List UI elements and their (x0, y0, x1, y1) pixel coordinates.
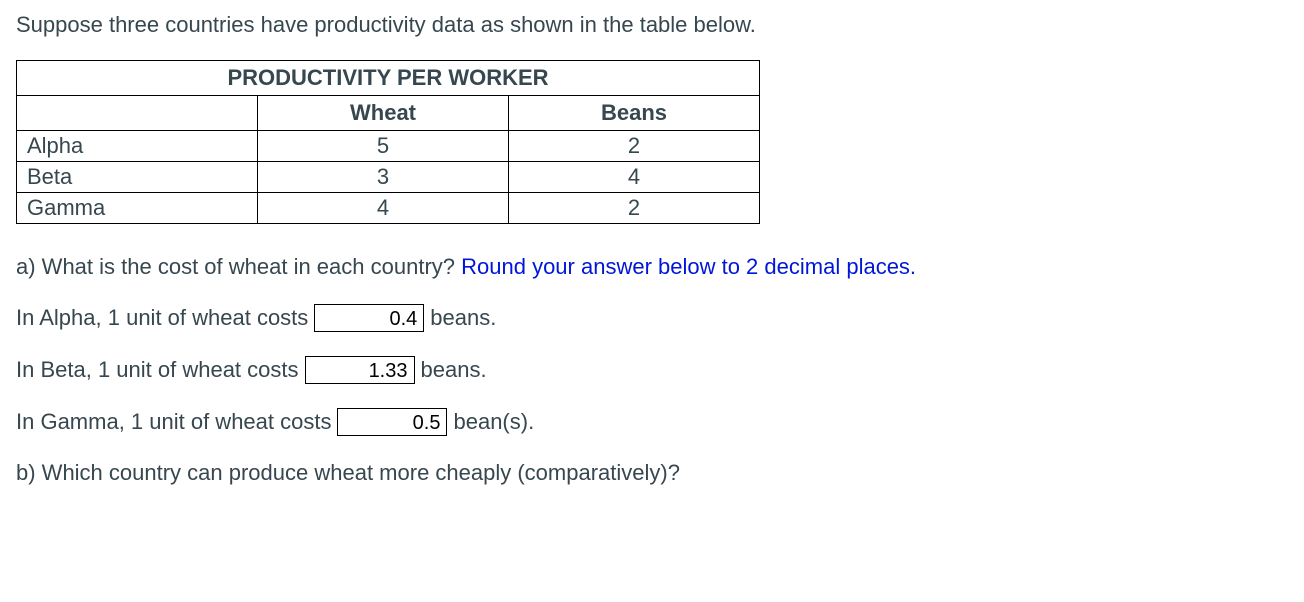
answer-beta-pre: In Beta, 1 unit of wheat costs (16, 357, 299, 383)
intro-text: Suppose three countries have productivit… (16, 12, 1288, 38)
cell-beans: 4 (509, 162, 760, 193)
table-header-wheat: Wheat (258, 96, 509, 131)
answer-line-alpha: In Alpha, 1 unit of wheat costs 0.4 bean… (16, 304, 1288, 332)
answer-alpha-post: beans. (430, 305, 496, 331)
productivity-table: PRODUCTIVITY PER WORKER Wheat Beans Alph… (16, 60, 760, 224)
row-label: Beta (17, 162, 258, 193)
cell-beans: 2 (509, 131, 760, 162)
row-label: Gamma (17, 193, 258, 224)
answer-line-gamma: In Gamma, 1 unit of wheat costs 0.5 bean… (16, 408, 1288, 436)
row-label: Alpha (17, 131, 258, 162)
table-header-beans: Beans (509, 96, 760, 131)
answer-gamma-post: bean(s). (453, 409, 534, 435)
answer-beta-post: beans. (421, 357, 487, 383)
answer-gamma-pre: In Gamma, 1 unit of wheat costs (16, 409, 331, 435)
cell-wheat: 3 (258, 162, 509, 193)
question-a-instruction: Round your answer below to 2 decimal pla… (461, 254, 916, 279)
question-b: b) Which country can produce wheat more … (16, 460, 1288, 486)
question-a: a) What is the cost of wheat in each cou… (16, 254, 1288, 280)
answer-beta-input[interactable]: 1.33 (305, 356, 415, 384)
answer-alpha-input[interactable]: 0.4 (314, 304, 424, 332)
answer-line-beta: In Beta, 1 unit of wheat costs 1.33 bean… (16, 356, 1288, 384)
answer-alpha-pre: In Alpha, 1 unit of wheat costs (16, 305, 308, 331)
answer-gamma-input[interactable]: 0.5 (337, 408, 447, 436)
cell-wheat: 5 (258, 131, 509, 162)
table-title: PRODUCTIVITY PER WORKER (17, 61, 760, 96)
table-row: Alpha 5 2 (17, 131, 760, 162)
table-row: Gamma 4 2 (17, 193, 760, 224)
cell-wheat: 4 (258, 193, 509, 224)
table-row: Beta 3 4 (17, 162, 760, 193)
table-header-empty (17, 96, 258, 131)
question-a-text: a) What is the cost of wheat in each cou… (16, 254, 461, 279)
cell-beans: 2 (509, 193, 760, 224)
